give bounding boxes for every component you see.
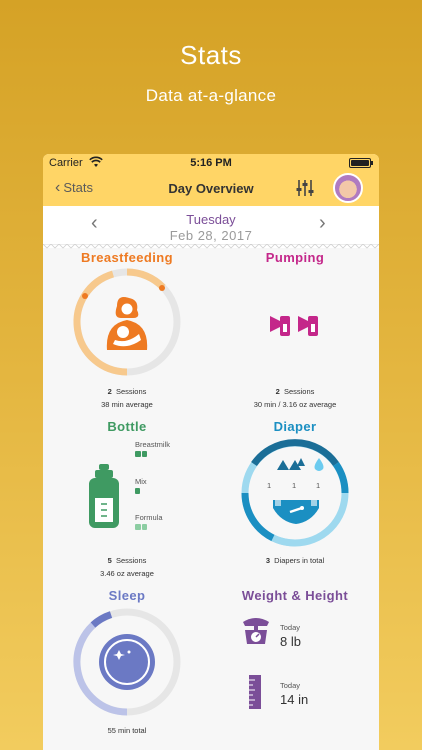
sleep-total: 55 min total	[107, 726, 147, 735]
bottle-sessions: 5 Sessions	[107, 556, 147, 565]
breastfeeding-title: Breastfeeding	[81, 250, 173, 265]
breastfeeding-sessions: 2 Sessions	[107, 387, 147, 396]
weight-value: 8 lb	[280, 634, 301, 649]
date-label: Feb 28, 2017	[169, 228, 253, 243]
day-label: Tuesday	[186, 212, 236, 227]
battery-icon	[349, 158, 373, 168]
pumping-title: Pumping	[265, 250, 325, 265]
bottle-legend-formula: Formula	[135, 513, 163, 522]
mix-bar	[135, 488, 140, 494]
bottle-legend-mix: Mix	[135, 477, 147, 486]
bottle-legend-breastmilk: Breastmilk	[135, 440, 171, 449]
promo-subtitle: Data at-a-glance	[145, 86, 277, 105]
height-date-label: Today	[280, 681, 301, 690]
weight-date-label: Today	[280, 623, 301, 632]
phone-screen: Carrier 5:16 PM ‹ Stats Day Overview ‹ T…	[43, 154, 379, 750]
pumping-average: 30 min / 3.16 oz average	[253, 400, 337, 409]
sleep-title: Sleep	[108, 588, 146, 603]
pumping-sessions: 2 Sessions	[275, 387, 315, 396]
scale-icon	[243, 618, 269, 644]
ruler-icon	[249, 675, 261, 709]
diaper-title: Diaper	[273, 419, 317, 434]
bottle-average: 3.46 oz average	[100, 569, 154, 578]
next-day-button[interactable]: ›	[319, 212, 326, 235]
diaper-type-icons	[277, 458, 324, 471]
weight-height-title: Weight & Height	[241, 588, 349, 603]
diaper-icon	[273, 500, 319, 524]
breastmilk-bar	[135, 451, 147, 457]
baby-avatar[interactable]	[333, 173, 363, 203]
page-title: Day Overview	[168, 181, 254, 196]
sliders-icon[interactable]	[296, 178, 314, 198]
diaper-count-poop: 1	[267, 481, 272, 490]
pump-icon	[270, 316, 318, 336]
sleep-ring[interactable]	[71, 606, 183, 718]
breastfeeding-average: 38 min average	[101, 400, 153, 409]
promo-title: Stats	[180, 40, 242, 70]
date-selector: ‹ Tuesday Feb 28, 2017 ›	[43, 206, 379, 248]
bottle-icon	[89, 464, 119, 528]
bottle-title: Bottle	[107, 419, 147, 434]
diaper-count-wet: 1	[316, 481, 321, 490]
diaper-ring[interactable]	[239, 437, 351, 549]
breastfeeding-mother-icon	[106, 297, 148, 350]
height-value: 14 in	[280, 692, 309, 707]
status-bar: Carrier 5:16 PM	[43, 154, 379, 172]
top-bar: Carrier 5:16 PM ‹ Stats Day Overview	[43, 154, 379, 206]
navigation-bar: ‹ Stats Day Overview	[43, 172, 379, 206]
diaper-count-mixed: 1	[292, 481, 297, 490]
clock: 5:16 PM	[190, 157, 232, 169]
formula-bar	[135, 524, 147, 530]
diaper-total: 3 Diapers in total	[265, 556, 325, 565]
